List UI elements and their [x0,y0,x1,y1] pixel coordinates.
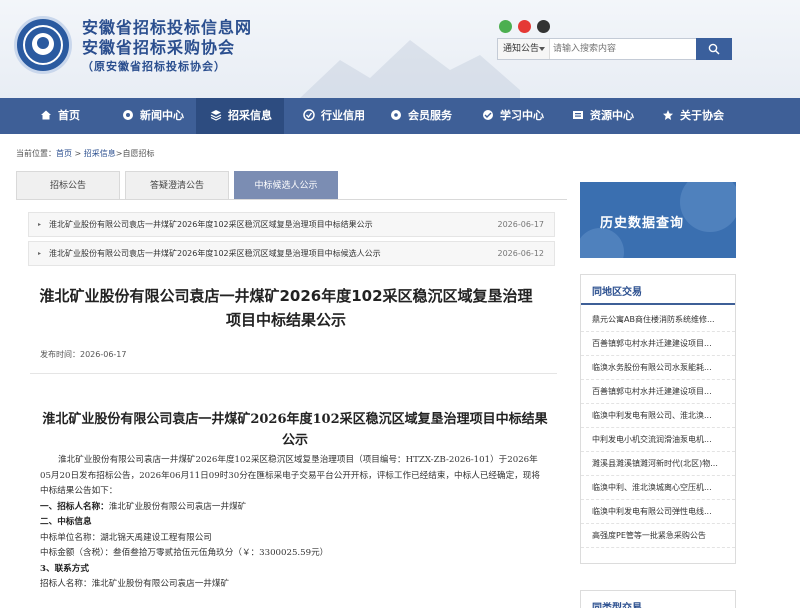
tab-divider [16,199,567,200]
nav-label: 新闻中心 [140,109,184,122]
news-icon [123,110,133,120]
history-query-banner[interactable]: 历史数据查询 [580,182,736,258]
publish-date: 发布时间：2026-06-17 [40,350,127,359]
list-item[interactable]: 百善镇郭屯村水井迁建建设项目... [581,380,735,404]
history-query-label: 历史数据查询 [600,216,685,231]
site-subtitle: 安徽省招标采购协会 [82,38,236,57]
list-item[interactable]: 濉溪县濉溪镇濉河新时代(北区)物... [581,452,735,476]
nav-label: 招采信息 [228,109,272,122]
about-icon [663,110,673,120]
nav-label: 资源中心 [590,109,634,122]
list-item[interactable]: 临涣中利发电有限公司、淮北涣... [581,404,735,428]
search-button[interactable] [696,38,732,60]
panel-title: 同地区交易 [592,287,642,298]
logo[interactable] [14,16,72,74]
tab-candidates[interactable]: 中标候选人公示 [234,171,338,199]
list-item[interactable]: 高强度PE管等一批紧急采购公告 [581,524,735,548]
nav-label: 关于协会 [680,109,724,122]
breadcrumb-prefix: 当前位置： [16,149,56,158]
nav-procurement[interactable]: 招采信息 [196,98,284,134]
nav-label: 会员服务 [408,109,452,122]
nav-learning[interactable]: 学习中心 [482,98,544,134]
list-item[interactable]: 临涣中利发电有限公司弹性电线... [581,500,735,524]
same-type-panel: 同类型交易 [580,590,736,608]
amount-line: 中标金额（含税）：叁佰叁拾万零贰拾伍元伍角玖分（￥：3300025.59元） [40,548,329,558]
breadcrumb-sep: > [72,149,84,158]
document-title: 淮北矿业股份有限公司袁店一井煤矿2026年度102采区稳沉区域复垦治理项目中标结… [42,412,548,448]
breadcrumb: 当前位置：首页 > 招采信息>自愿招标 [16,148,155,159]
weibo-icon[interactable] [518,20,531,33]
search-input[interactable] [553,40,693,58]
intro-paragraph: 淮北矿业股份有限公司袁店一井煤矿2026年度102采区稳沉区域复垦治理项目（项目… [40,455,540,496]
list-item-title[interactable]: 淮北矿业股份有限公司袁店一井煤矿2026年度102采区稳沉区域复垦治理项目中标候… [49,242,381,265]
search-box: 通知公告 [497,38,732,60]
article-title: 淮北矿业股份有限公司袁店一井煤矿2026年度102采区稳沉区域复垦治理项目中标结… [39,287,533,329]
layers-icon [210,110,222,121]
qq-icon[interactable] [537,20,550,33]
chevron-down-icon [539,47,545,51]
related-list: ▸ 淮北矿业股份有限公司袁店一井煤矿2026年度102采区稳沉区域复垦治理项目中… [28,212,555,267]
breadcrumb-section-link[interactable]: 招采信息 [84,149,116,158]
nav-home[interactable]: 首页 [40,98,80,134]
list-item[interactable]: ▸ 淮北矿业股份有限公司袁店一井煤矿2026年度102采区稳沉区域复垦治理项目中… [28,241,555,266]
winner-line: 中标单位名称：湖北锦天禹建设工程有限公司 [40,532,212,543]
nav-about[interactable]: 关于协会 [662,98,724,134]
tab-clarification[interactable]: 答疑澄清公告 [125,171,229,199]
nav-news[interactable]: 新闻中心 [122,98,184,134]
tab-bid-announcement[interactable]: 招标公告 [16,171,120,199]
list-item[interactable]: 中利发电小机交流润滑油泵电机... [581,428,735,452]
section-label: 一、招标人名称： [40,501,109,512]
bullet-icon: ▸ [38,221,42,228]
breadcrumb-current: >自愿招标 [115,149,155,158]
nav-label: 行业信用 [321,109,365,122]
contact-line: 招标人名称：淮北矿业股份有限公司袁店一井煤矿 [40,579,230,589]
list-item[interactable]: 鼎元公寓AB商住楼消防系统维修... [581,308,735,332]
wechat-icon[interactable] [499,20,512,33]
breadcrumb-home-link[interactable]: 首页 [56,149,72,158]
panel-header: 同地区交易 [581,275,735,305]
section-bidder: 一、招标人名称：淮北矿业股份有限公司袁店一井煤矿 [40,500,545,516]
search-icon [708,43,720,55]
nav-members[interactable]: 会员服务 [390,98,452,134]
bullet-icon: ▸ [38,250,42,257]
search-category-label: 通知公告 [503,44,540,54]
bidder-name: 淮北矿业股份有限公司袁店一井煤矿 [108,501,247,512]
nav-resources[interactable]: 资源中心 [572,98,634,134]
same-region-panel: 同地区交易 鼎元公寓AB商住楼消防系统维修... 百善镇郭屯村水井迁建建设项目.… [580,274,736,564]
section-award-label: 二、中标信息 [40,517,92,527]
resource-icon [573,111,583,119]
site-note: （原安徽省招标投标协会） [82,60,226,73]
learn-icon [483,110,493,120]
list-item[interactable]: ▸ 淮北矿业股份有限公司袁店一井煤矿2026年度102采区稳沉区域复垦治理项目中… [28,212,555,237]
mountain-decoration [300,40,520,98]
list-item-title[interactable]: 淮北矿业股份有限公司袁店一井煤矿2026年度102采区稳沉区域复垦治理项目中标结… [49,213,373,236]
article-body: 淮北矿业股份有限公司袁店一井煤矿2026年度102采区稳沉区域复垦治理项目（项目… [40,453,545,593]
main-nav: 首页 新闻中心 招采信息 行业信用 会员服务 学习中心 资源中心 关于协会 [0,98,800,134]
nav-label: 学习中心 [500,109,544,122]
list-item[interactable]: 百善镇郭屯村水井迁建建设项目... [581,332,735,356]
list-item[interactable]: 临涣中利、淮北涣城离心空压机... [581,476,735,500]
site-header: 安徽省招标投标信息网 安徽省招标采购协会 （原安徽省招标投标协会） 通知公告 [0,0,800,98]
list-item-date: 2026-06-12 [497,249,545,258]
list-item[interactable]: 临涣水务股份有限公司水泵能耗... [581,356,735,380]
home-icon [41,110,51,120]
nav-label: 首页 [58,109,80,122]
social-links [499,18,556,33]
site-title: 安徽省招标投标信息网 [82,18,253,37]
section-contact-label: 3、联系方式 [40,563,89,574]
search-category-select[interactable]: 通知公告 [498,39,550,59]
panel-title: 同类型交易 [592,599,642,608]
nav-credit[interactable]: 行业信用 [303,98,365,134]
credit-icon [303,109,315,121]
list-item-date: 2026-06-17 [497,220,545,229]
members-icon [391,110,401,120]
article-divider [30,373,557,374]
